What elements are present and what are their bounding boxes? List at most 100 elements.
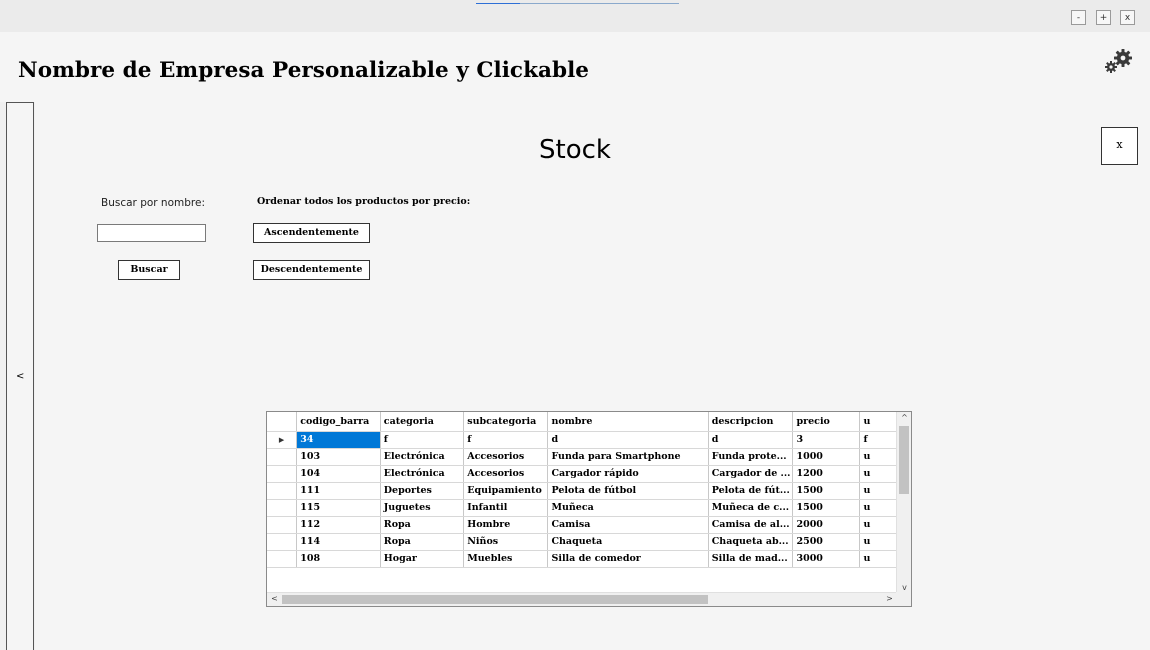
table-cell[interactable]: Muñeca xyxy=(547,499,709,517)
scroll-up-icon[interactable]: ^ xyxy=(897,413,911,422)
row-header[interactable] xyxy=(267,482,298,500)
table-cell[interactable]: u xyxy=(859,482,897,500)
vertical-scroll-thumb[interactable] xyxy=(899,426,909,494)
scroll-left-icon[interactable]: < xyxy=(267,594,282,603)
table-cell[interactable]: Camisa de al... xyxy=(708,516,794,534)
table-cell[interactable]: f xyxy=(380,431,465,449)
column-header[interactable]: subcategoria xyxy=(463,412,549,432)
column-header[interactable]: u xyxy=(859,412,897,432)
gears-icon[interactable] xyxy=(1102,46,1138,76)
table-row[interactable]: 108 Hogar Muebles Silla de comedor Silla… xyxy=(267,550,897,568)
table-cell[interactable]: Accesorios xyxy=(463,448,549,466)
table-cell[interactable]: Niños xyxy=(463,533,549,551)
table-cell[interactable]: 34 xyxy=(296,431,381,449)
table-cell[interactable]: Funda para Smartphone xyxy=(547,448,709,466)
table-cell[interactable]: d xyxy=(708,431,794,449)
table-cell[interactable]: Ropa xyxy=(380,533,465,551)
window-close-button[interactable]: x xyxy=(1120,10,1135,25)
table-cell[interactable]: 112 xyxy=(296,516,381,534)
sidebar-toggle-button[interactable]: < xyxy=(6,102,34,650)
row-header[interactable] xyxy=(267,448,298,466)
table-cell[interactable]: Infantil xyxy=(463,499,549,517)
row-header[interactable] xyxy=(267,499,298,517)
table-cell[interactable]: Funda prote... xyxy=(708,448,794,466)
table-cell[interactable]: Accesorios xyxy=(463,465,549,483)
scroll-right-icon[interactable]: > xyxy=(882,594,897,603)
vertical-scrollbar[interactable]: ^ v xyxy=(896,412,911,593)
table-cell[interactable]: 111 xyxy=(296,482,381,500)
sidebar-toggle-label: < xyxy=(16,371,25,382)
table-cell[interactable]: f xyxy=(859,431,897,449)
table-cell[interactable]: 2000 xyxy=(792,516,861,534)
sort-ascending-button[interactable]: Ascendentemente xyxy=(253,223,370,243)
table-cell[interactable]: 114 xyxy=(296,533,381,551)
row-header[interactable] xyxy=(267,550,298,568)
table-cell[interactable]: 1200 xyxy=(792,465,861,483)
table-cell[interactable]: Cargador de ... xyxy=(708,465,794,483)
row-header[interactable] xyxy=(267,465,298,483)
table-cell[interactable]: u xyxy=(859,550,897,568)
table-cell[interactable]: 1500 xyxy=(792,482,861,500)
table-cell[interactable]: 3000 xyxy=(792,550,861,568)
table-cell[interactable]: 3 xyxy=(792,431,861,449)
table-cell[interactable]: Camisa xyxy=(547,516,709,534)
table-cell[interactable]: Muñeca de c... xyxy=(708,499,794,517)
table-row[interactable]: 112 Ropa Hombre Camisa Camisa de al... 2… xyxy=(267,516,897,534)
table-cell[interactable]: 115 xyxy=(296,499,381,517)
table-cell[interactable]: Hogar xyxy=(380,550,465,568)
table-cell[interactable]: u xyxy=(859,499,897,517)
table-cell[interactable]: u xyxy=(859,533,897,551)
table-row[interactable]: 104 Electrónica Accesorios Cargador rápi… xyxy=(267,465,897,483)
close-panel-button[interactable]: x xyxy=(1101,127,1138,165)
table-cell[interactable]: d xyxy=(547,431,709,449)
table-cell[interactable]: u xyxy=(859,516,897,534)
company-name-link[interactable]: Nombre de Empresa Personalizable y Click… xyxy=(18,58,589,83)
table-cell[interactable]: 1000 xyxy=(792,448,861,466)
table-row[interactable]: 115 Juguetes Infantil Muñeca Muñeca de c… xyxy=(267,499,897,517)
table-cell[interactable]: Deportes xyxy=(380,482,465,500)
column-header[interactable]: categoria xyxy=(380,412,465,432)
table-row[interactable]: 103 Electrónica Accesorios Funda para Sm… xyxy=(267,448,897,466)
maximize-button[interactable]: + xyxy=(1096,10,1111,25)
table-cell[interactable]: 104 xyxy=(296,465,381,483)
table-cell[interactable]: u xyxy=(859,448,897,466)
search-input[interactable] xyxy=(97,224,206,242)
row-header[interactable] xyxy=(267,533,298,551)
column-header[interactable]: precio xyxy=(792,412,861,432)
table-cell[interactable]: Juguetes xyxy=(380,499,465,517)
table-cell[interactable]: 1500 xyxy=(792,499,861,517)
table-cell[interactable]: Ropa xyxy=(380,516,465,534)
horizontal-scroll-thumb[interactable] xyxy=(282,595,708,604)
column-header[interactable]: codigo_barra xyxy=(296,412,381,432)
table-row[interactable]: 111 Deportes Equipamiento Pelota de fútb… xyxy=(267,482,897,500)
scroll-down-icon[interactable]: v xyxy=(897,583,911,592)
products-grid[interactable]: codigo_barra categoria subcategoria nomb… xyxy=(266,411,912,607)
table-cell[interactable]: Electrónica xyxy=(380,448,465,466)
table-cell[interactable]: 108 xyxy=(296,550,381,568)
table-cell[interactable]: Pelota de fút... xyxy=(708,482,794,500)
table-cell[interactable]: u xyxy=(859,465,897,483)
search-button[interactable]: Buscar xyxy=(118,260,180,280)
table-row[interactable]: 114 Ropa Niños Chaqueta Chaqueta ab... 2… xyxy=(267,533,897,551)
sort-descending-button[interactable]: Descendentemente xyxy=(253,260,370,280)
table-cell[interactable]: f xyxy=(463,431,549,449)
table-cell[interactable]: Silla de mad... xyxy=(708,550,794,568)
table-cell[interactable]: Muebles xyxy=(463,550,549,568)
column-header[interactable]: descripcion xyxy=(708,412,794,432)
table-cell[interactable]: 2500 xyxy=(792,533,861,551)
table-cell[interactable]: Chaqueta xyxy=(547,533,709,551)
table-cell[interactable]: Electrónica xyxy=(380,465,465,483)
horizontal-scrollbar[interactable]: < > xyxy=(267,592,897,606)
table-cell[interactable]: Equipamiento xyxy=(463,482,549,500)
table-cell[interactable]: Chaqueta ab... xyxy=(708,533,794,551)
table-cell[interactable]: 103 xyxy=(296,448,381,466)
table-row[interactable]: ▶ 34 f f d d 3 f xyxy=(267,431,897,449)
table-cell[interactable]: Pelota de fútbol xyxy=(547,482,709,500)
row-header[interactable] xyxy=(267,516,298,534)
column-header[interactable]: nombre xyxy=(547,412,709,432)
table-cell[interactable]: Cargador rápido xyxy=(547,465,709,483)
minimize-button[interactable]: - xyxy=(1071,10,1086,25)
page-title: Stock xyxy=(539,135,611,165)
table-cell[interactable]: Silla de comedor xyxy=(547,550,709,568)
table-cell[interactable]: Hombre xyxy=(463,516,549,534)
